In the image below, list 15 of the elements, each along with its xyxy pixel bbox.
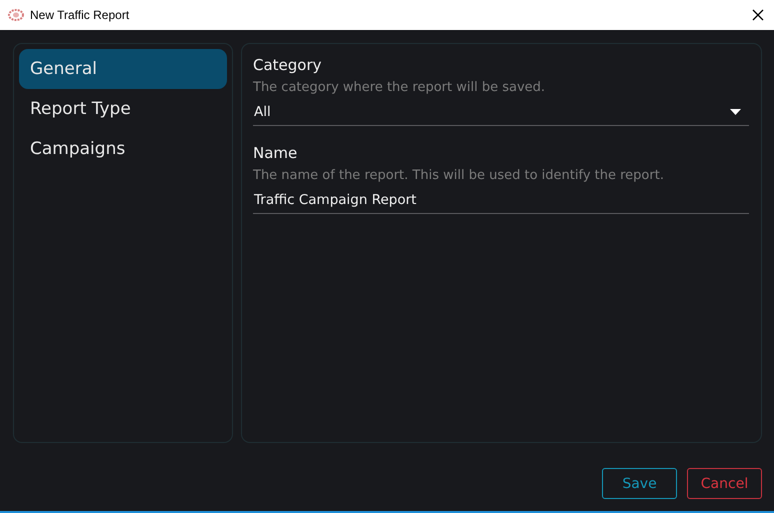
cancel-button[interactable]: Cancel bbox=[687, 468, 762, 499]
field-label: Category bbox=[253, 55, 323, 76]
field-description: The name of the report. This will be used to identify the report. bbox=[253, 167, 665, 185]
sidebar-item[interactable]: Report Type bbox=[19, 89, 227, 129]
app-icon bbox=[8, 9, 24, 21]
name-input-field[interactable]: Traffic Campaign Report bbox=[253, 186, 749, 214]
sidebar-item[interactable]: Campaigns bbox=[19, 129, 227, 169]
sidebar-item[interactable]: General bbox=[19, 49, 227, 89]
window-title: New Traffic Report bbox=[30, 8, 130, 22]
field-label: Name bbox=[253, 143, 298, 164]
close-icon[interactable] bbox=[752, 9, 764, 21]
save-button[interactable]: Save bbox=[602, 468, 677, 499]
category-dropdown[interactable]: All bbox=[253, 98, 749, 126]
caret-icon bbox=[730, 108, 741, 114]
field-description: The category where the report will be saved. bbox=[253, 79, 546, 97]
